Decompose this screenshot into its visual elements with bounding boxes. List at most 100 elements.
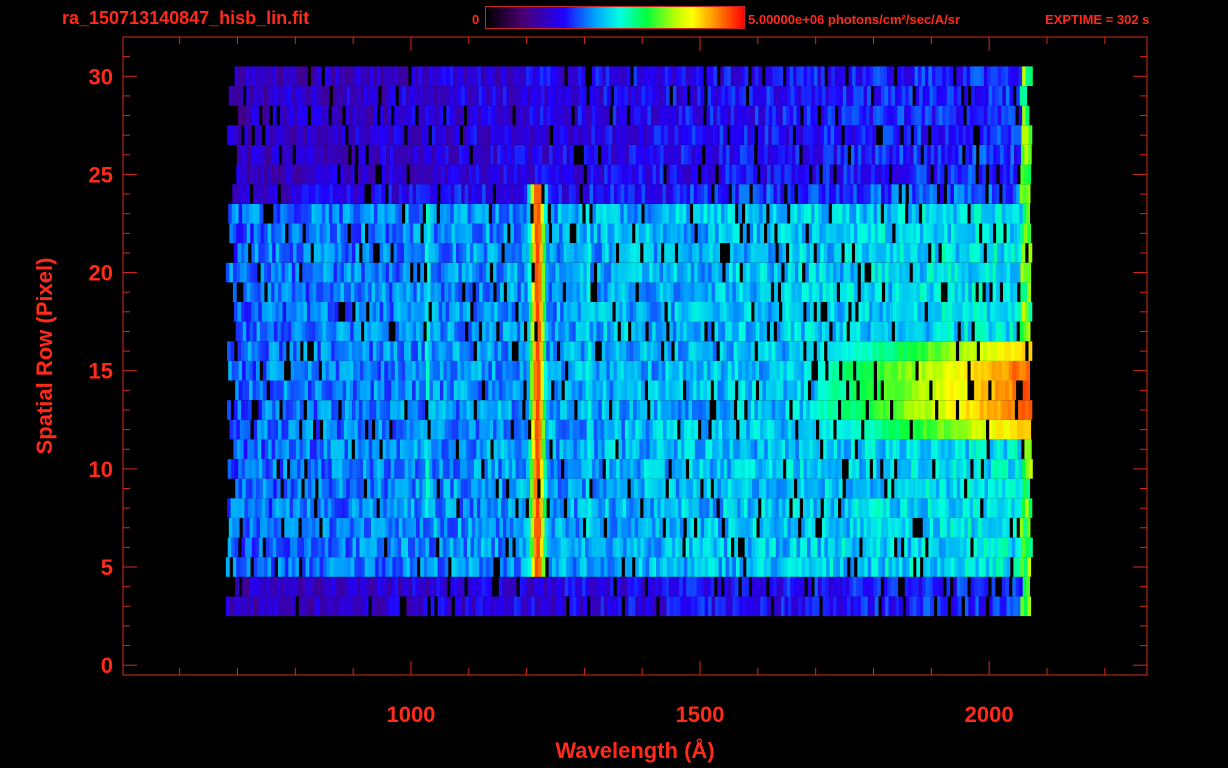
heatmap-cell [568,576,572,597]
heatmap-cell [997,498,1001,518]
heatmap-cell [258,459,263,479]
heatmap-cell [527,164,532,185]
heatmap-cell [415,380,420,401]
heatmap-cell [957,184,962,204]
heatmap-cell [359,537,364,558]
heatmap-cell [312,262,317,283]
heatmap-cell [331,537,336,558]
heatmap-cell [718,321,722,342]
heatmap-cell [792,243,797,263]
heatmap-cell [557,576,562,597]
heatmap-cell [628,164,633,185]
heatmap-cell [696,360,701,381]
heatmap-cell [739,164,744,185]
heatmap-cell [364,557,369,577]
heatmap-cell [446,360,451,381]
heatmap-cell [988,184,993,204]
heatmap-cell [281,596,286,617]
heatmap-cell [1027,439,1032,459]
heatmap-cell [593,596,598,617]
heatmap-cell [676,518,681,538]
heatmap-cell [648,518,653,538]
heatmap-cell [717,478,722,499]
heatmap-cell [949,380,954,401]
heatmap-cell [638,262,643,283]
heatmap-cell [993,439,997,459]
heatmap-cell [523,518,528,538]
heatmap-cell [377,203,382,224]
heatmap-cell [871,557,875,577]
heatmap-cell [575,321,580,342]
heatmap-cell [1025,302,1029,322]
heatmap-cell [241,400,245,420]
heatmap-cell [473,243,478,263]
heatmap-cell [929,184,934,204]
heatmap-cell [333,262,338,283]
heatmap-cell [565,223,570,244]
heatmap-cell [614,419,619,440]
heatmap-cell [732,262,737,283]
heatmap-cell [649,439,654,459]
heatmap-cell [508,400,512,420]
heatmap-cell [871,223,875,244]
heatmap-cell [865,498,870,518]
heatmap-cell [808,321,812,342]
heatmap-cell [496,419,501,440]
heatmap-cell [476,145,481,165]
heatmap-cell [437,262,442,283]
heatmap-cell [905,282,910,302]
heatmap-cell [724,321,729,342]
heatmap-cell [682,576,687,597]
heatmap-cell [420,557,424,577]
heatmap-cell [809,341,814,361]
heatmap-cell [872,459,877,479]
heatmap-cell [874,321,878,342]
heatmap-cell [389,439,394,459]
heatmap-cell [520,419,525,440]
heatmap-cell [252,576,257,597]
heatmap-cell [534,419,539,440]
heatmap-cell [791,419,796,440]
heatmap-cell [901,380,906,401]
heatmap-cell [549,400,554,420]
heatmap-cell [261,341,266,361]
heatmap-cell [375,223,379,244]
heatmap-cell [306,145,311,165]
heatmap-cell [392,557,397,577]
heatmap-cell [674,341,679,361]
heatmap-cell [575,478,579,499]
heatmap-cell [579,262,584,283]
heatmap-cell [853,223,858,244]
heatmap-cell [290,478,295,499]
heatmap-cell [924,498,929,518]
heatmap-cell [713,380,718,401]
heatmap-cell [604,164,608,185]
heatmap-cell [405,203,409,224]
heatmap-cell [418,459,423,479]
heatmap-cell [379,145,383,165]
heatmap-cell [438,400,443,420]
heatmap-cell [780,518,785,538]
heatmap-cell [505,203,510,224]
heatmap-cell [483,400,488,420]
heatmap-cell [660,439,664,459]
heatmap-cell [617,419,622,440]
heatmap-cell [757,439,762,459]
heatmap-cell [426,321,431,342]
heatmap-cell [414,400,419,420]
heatmap-cell [280,321,285,342]
heatmap-cell [600,596,605,617]
heatmap-cell [934,243,939,263]
heatmap-cell [225,262,230,283]
heatmap-cell [416,518,420,538]
heatmap-cell [828,576,833,597]
heatmap-cell [840,164,844,185]
heatmap-cell [437,164,442,185]
heatmap-cell [599,576,604,597]
heatmap-cell [323,145,328,165]
heatmap-cell [542,145,546,165]
heatmap-cell [1019,184,1024,204]
heatmap-cell [974,203,978,224]
heatmap-cell [468,419,473,440]
heatmap-cell [811,184,816,204]
